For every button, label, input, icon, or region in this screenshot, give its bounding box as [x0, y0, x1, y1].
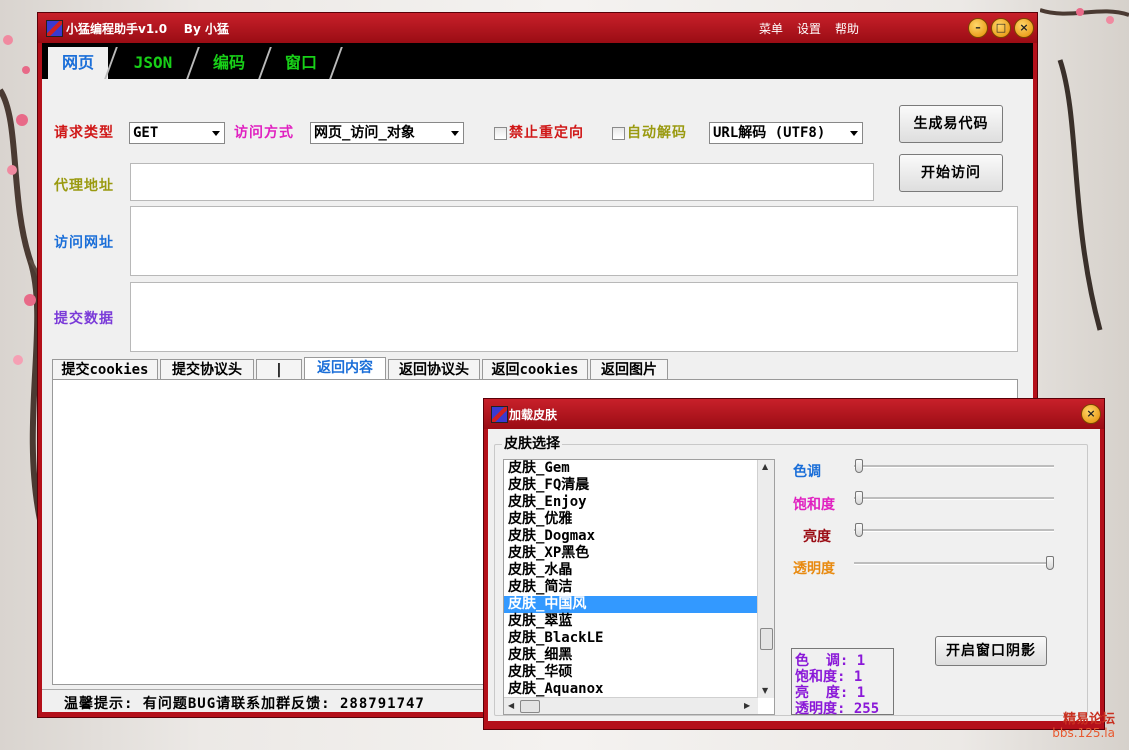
dialog-title: 加载皮肤	[509, 408, 558, 422]
menu-item-settings[interactable]: 设置	[797, 20, 821, 37]
opacity-slider-thumb[interactable]	[1046, 556, 1054, 570]
saturation-label: 饱和度	[793, 497, 835, 513]
hue-slider-track[interactable]	[854, 465, 1054, 468]
opacity-value: 透明度: 255	[795, 701, 880, 717]
chevron-down-icon	[212, 131, 220, 136]
skin-list-item[interactable]: 皮肤_BlackLE	[508, 630, 758, 647]
access-method-select[interactable]: 网页_访问_对象	[310, 122, 464, 144]
saturation-slider-track[interactable]	[854, 497, 1054, 500]
forum-url-watermark: bbs.125.la	[1052, 726, 1115, 740]
skin-list-item[interactable]: 皮肤_优雅	[508, 511, 758, 528]
window-title: 小猛编程助手v1.0 By 小猛	[66, 22, 229, 36]
chevron-down-icon	[451, 131, 459, 136]
scroll-left-icon[interactable]: ◀	[508, 701, 514, 710]
skin-list-item[interactable]: 皮肤_FQ清晨	[508, 477, 758, 494]
skin-list-item[interactable]: 皮肤_Enjoy	[508, 494, 758, 511]
skin-list-item[interactable]: 皮肤_中国风	[504, 596, 758, 613]
dialog-close-icon[interactable]: ×	[1081, 404, 1101, 424]
access-method-label: 访问方式	[234, 125, 294, 141]
dialog-app-icon	[491, 406, 508, 423]
brightness-slider-thumb[interactable]	[854, 523, 863, 537]
main-tab-strip: 网页 JSON 编码 窗口	[42, 43, 1033, 79]
tab-submit-headers[interactable]: 提交协议头	[160, 359, 254, 379]
tab-return-content[interactable]: 返回内容	[304, 357, 386, 379]
tab-encoding[interactable]: 编码	[196, 47, 262, 79]
tab-return-image[interactable]: 返回图片	[590, 359, 668, 379]
saturation-slider-thumb[interactable]	[854, 491, 863, 505]
maximize-icon[interactable]: □	[991, 18, 1011, 38]
hue-label: 色调	[793, 464, 821, 480]
tab-return-headers[interactable]: 返回协议头	[388, 359, 480, 379]
post-data-field[interactable]	[130, 282, 1018, 352]
brightness-label: 亮度	[803, 529, 831, 545]
brightness-slider-track[interactable]	[854, 529, 1054, 532]
generate-code-button[interactable]: 生成易代码	[899, 105, 1003, 143]
window-shadow-button[interactable]: 开启窗口阴影	[935, 636, 1047, 666]
decode-mode-value: URL解码 (UTF8)	[713, 125, 826, 141]
dialog-title-bar[interactable]: 加载皮肤 ×	[484, 399, 1104, 429]
tab-return-cookies[interactable]: 返回cookies	[482, 359, 588, 379]
url-field[interactable]	[130, 206, 1018, 276]
proxy-field[interactable]	[130, 163, 874, 201]
opacity-slider-track[interactable]	[854, 562, 1054, 565]
scroll-thumb[interactable]	[760, 628, 773, 650]
skin-list-item[interactable]: 皮肤_Dogmax	[508, 528, 758, 545]
tab-submit-cookies[interactable]: 提交cookies	[52, 359, 158, 379]
hue-slider-thumb[interactable]	[854, 459, 863, 473]
menu-item-help[interactable]: 帮助	[835, 20, 859, 37]
scroll-right-icon[interactable]: ▶	[744, 701, 750, 710]
minimize-icon[interactable]: –	[968, 18, 988, 38]
app-icon	[46, 20, 63, 37]
dialog-client-area: 皮肤选择 皮肤_Gem 皮肤_FQ清晨 皮肤_Enjoy 皮肤_优雅 皮肤_Dogmax…	[488, 429, 1100, 721]
close-icon[interactable]: ×	[1014, 18, 1034, 38]
menu-item-menu[interactable]: 菜单	[759, 20, 783, 37]
skin-group-label: 皮肤选择	[502, 433, 562, 453]
vertical-scrollbar[interactable]: ▲ ▼	[757, 460, 774, 698]
decode-mode-select[interactable]: URL解码 (UTF8)	[709, 122, 863, 144]
forum-watermark: 精易论坛	[1062, 712, 1115, 727]
title-bar[interactable]: 小猛编程助手v1.0 By 小猛 菜单 设置 帮助 – □ ×	[38, 13, 1037, 43]
skin-list-item[interactable]: 皮肤_XP黑色	[508, 545, 758, 562]
skin-list-item[interactable]: 皮肤_简洁	[508, 579, 758, 596]
skin-list-item[interactable]: 皮肤_水晶	[508, 562, 758, 579]
request-type-value: GET	[133, 125, 159, 141]
opacity-label: 透明度	[793, 561, 835, 577]
skin-dialog: 加载皮肤 × 皮肤选择 皮肤_Gem 皮肤_FQ清晨 皮肤_Enjoy 皮肤_优雅 皮肤…	[483, 398, 1105, 730]
auto-decode-label: 自动解码	[627, 125, 687, 141]
skin-list-item[interactable]: 皮肤_Gem	[508, 460, 758, 477]
no-redirect-label: 禁止重定向	[509, 125, 584, 141]
auto-decode-checkbox[interactable]	[612, 127, 625, 140]
skin-list-item[interactable]: 皮肤_细黑	[508, 647, 758, 664]
access-method-value: 网页_访问_对象	[314, 125, 415, 141]
post-data-label: 提交数据	[54, 311, 114, 327]
skin-list[interactable]: 皮肤_Gem 皮肤_FQ清晨 皮肤_Enjoy 皮肤_优雅 皮肤_Dogmax 皮肤_XP…	[503, 459, 775, 715]
scroll-down-icon[interactable]: ▼	[762, 686, 768, 695]
hscroll-thumb[interactable]	[520, 700, 540, 713]
tab-webpage[interactable]: 网页	[48, 47, 108, 79]
tab-divider: |	[256, 359, 302, 379]
skin-values-panel: 色 调: 1 饱和度: 1 亮 度: 1 透明度: 255	[791, 648, 894, 717]
horizontal-scrollbar[interactable]: ◀ ▶	[504, 697, 758, 714]
scroll-up-icon[interactable]: ▲	[762, 462, 768, 471]
tab-window[interactable]: 窗口	[268, 47, 334, 79]
url-label: 访问网址	[54, 235, 114, 251]
skin-list-item[interactable]: 皮肤_翠蓝	[508, 613, 758, 630]
skin-list-item[interactable]: 皮肤_Aquanox	[508, 681, 758, 698]
start-access-button[interactable]: 开始访问	[899, 154, 1003, 192]
request-type-select[interactable]: GET	[129, 122, 225, 144]
plum-blossom-decoration-right	[1040, 8, 1129, 331]
tab-json[interactable]: JSON	[116, 47, 190, 79]
no-redirect-checkbox[interactable]	[494, 127, 507, 140]
request-type-label: 请求类型	[54, 125, 114, 141]
status-text: 温馨提示: 有问题BUG请联系加群反馈: 288791747	[64, 696, 425, 712]
chevron-down-icon	[850, 131, 858, 136]
skin-list-item[interactable]: 皮肤_华硕	[508, 664, 758, 681]
proxy-label: 代理地址	[54, 178, 114, 194]
